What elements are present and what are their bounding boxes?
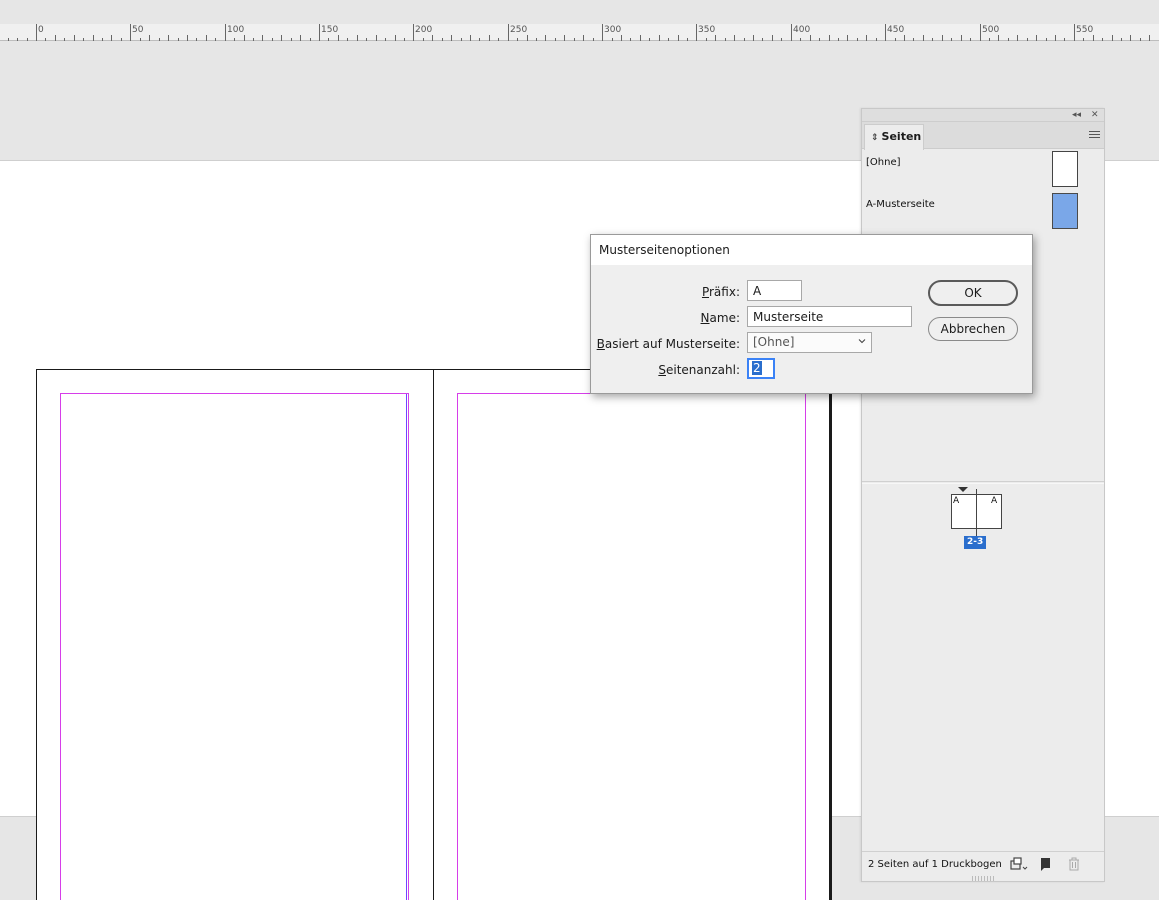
dialog-title: Musterseitenoptionen <box>599 243 730 257</box>
dialog-title-bar[interactable]: Musterseitenoptionen <box>591 235 1032 265</box>
page-count-field[interactable]: 2 <box>747 358 775 379</box>
based-on-master-value: [Ohne] <box>753 335 795 349</box>
ruler-label: 0 <box>38 25 44 35</box>
page-count-label: Seitenanzahl: <box>658 363 740 377</box>
panel-footer: 2 Seiten auf 1 Druckbogen <box>862 851 1104 875</box>
page-count-status: 2 Seiten auf 1 Druckbogen <box>868 859 1002 870</box>
master-thumbnail[interactable] <box>1052 151 1078 187</box>
master-label: [Ohne] <box>866 157 901 168</box>
master-item-none[interactable]: [Ohne] <box>862 151 1104 191</box>
left-page-margin-guide <box>60 393 409 900</box>
current-spread-marker-icon <box>958 487 968 492</box>
pages-panel[interactable]: ◂◂ ✕ ⇕ Seiten [Ohne] A-Musterseite A A 2-… <box>861 108 1105 882</box>
trash-icon[interactable] <box>1067 857 1081 871</box>
ok-button[interactable]: OK <box>928 280 1018 306</box>
panel-tab-bar: ⇕ Seiten <box>862 122 1104 150</box>
close-icon[interactable]: ✕ <box>1091 109 1099 122</box>
horizontal-ruler[interactable]: 0 50 100 150 200 250 300 350 400 450 500 550 <box>0 24 1159 41</box>
name-field[interactable] <box>747 306 912 327</box>
cancel-button[interactable]: Abbrechen <box>928 317 1018 341</box>
prefix-label: Präfix: <box>701 285 740 299</box>
spread-thumbnail-group[interactable]: A A 2-3 <box>950 487 1010 551</box>
master-thumbnail[interactable] <box>1052 193 1078 229</box>
document-spread[interactable] <box>36 369 830 900</box>
master-options-dialog: Musterseitenoptionen Präfix: Name: Basie… <box>590 234 1033 394</box>
master-item-a-musterseite[interactable]: A-Musterseite <box>862 193 1104 233</box>
ruler-label: 450 <box>887 25 905 35</box>
based-on-master-label: Basiert auf Musterseite: <box>596 337 740 351</box>
page-count-value: 2 <box>752 361 762 375</box>
ruler-label: 400 <box>793 25 811 35</box>
right-page-margin-guide <box>457 393 806 900</box>
based-on-master-select[interactable]: [Ohne] <box>747 332 872 353</box>
panel-resize-grip[interactable] <box>972 876 994 881</box>
ruler-label: 200 <box>415 25 433 35</box>
tab-pages-label: Seiten <box>881 130 922 143</box>
name-label: Name: <box>700 311 740 325</box>
double-chevron-left-icon[interactable]: ◂◂ <box>1072 109 1081 122</box>
ruler-label: 250 <box>510 25 528 35</box>
ruler-label: 100 <box>227 25 245 35</box>
ruler-label: 350 <box>698 25 716 35</box>
ruler-label: 500 <box>982 25 1000 35</box>
ruler-label: 50 <box>132 25 144 35</box>
ruler-label: 300 <box>604 25 622 35</box>
ruler-label: 150 <box>321 25 339 35</box>
thumbnail-spine <box>976 489 977 536</box>
chevron-down-icon <box>858 339 866 344</box>
page-master-prefix: A <box>953 496 960 506</box>
tab-pages[interactable]: ⇕ Seiten <box>864 124 924 150</box>
prefix-field[interactable] <box>747 280 802 301</box>
panel-title-bar[interactable]: ◂◂ ✕ <box>862 109 1104 122</box>
column-guide <box>406 394 407 900</box>
panel-section-divider[interactable] <box>862 481 1104 484</box>
updown-arrows-icon: ⇕ <box>871 133 879 143</box>
page-size-icon[interactable] <box>1010 857 1028 871</box>
panel-menu-icon[interactable] <box>1089 131 1100 140</box>
spread-page-label[interactable]: 2-3 <box>964 536 987 549</box>
master-label: A-Musterseite <box>866 199 935 210</box>
spread-thumbnail[interactable]: A A <box>951 489 1002 536</box>
page-master-prefix: A <box>991 496 998 506</box>
ruler-label: 550 <box>1076 25 1094 35</box>
new-page-icon[interactable] <box>1039 857 1053 871</box>
spread-spine <box>433 370 434 900</box>
